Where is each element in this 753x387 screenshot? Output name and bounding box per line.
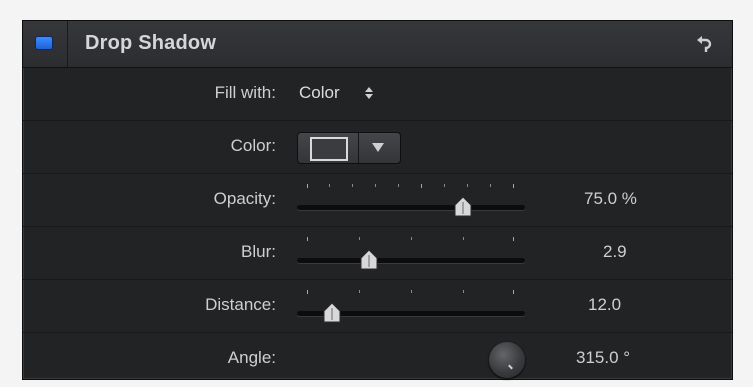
slider-tick <box>307 237 308 241</box>
blur-label: Blur: <box>241 242 276 261</box>
blur-value[interactable]: 2.9 <box>603 242 627 262</box>
distance-value[interactable]: 12.0 <box>588 295 621 315</box>
up-down-arrows-icon <box>364 85 374 101</box>
enable-checkbox[interactable] <box>36 37 52 49</box>
blur-slider[interactable] <box>295 231 527 271</box>
slider-tick <box>307 184 308 188</box>
slider-tick <box>375 184 376 187</box>
angle-dial[interactable] <box>489 342 525 378</box>
slider-tick <box>513 184 514 188</box>
slider-tick <box>411 290 412 293</box>
distance-label: Distance: <box>205 295 276 314</box>
slider-tick <box>421 184 422 188</box>
color-swatch[interactable] <box>310 137 348 161</box>
fill-with-label: Fill with: <box>214 83 276 102</box>
enable-checkbox-cell <box>23 21 68 67</box>
slider-tick <box>463 237 464 240</box>
opacity-value[interactable]: 75.0 % <box>584 189 637 209</box>
color-row: Color: <box>23 121 732 174</box>
fill-with-popup[interactable]: Color <box>299 83 374 103</box>
distance-slider-thumb[interactable] <box>321 302 343 324</box>
blur-row: Blur: 2.9 <box>23 227 732 280</box>
panel-header: Drop Shadow <box>23 21 732 68</box>
drop-shadow-panel: Drop Shadow Fill with: Color Color: Opac… <box>22 20 733 380</box>
fill-with-value: Color <box>299 83 340 102</box>
color-well-divider <box>358 133 359 163</box>
slider-tick <box>513 237 514 241</box>
slider-tick <box>398 184 399 187</box>
slider-track <box>297 258 525 263</box>
slider-track <box>297 205 525 210</box>
opacity-slider[interactable] <box>295 178 527 218</box>
slider-tick <box>359 237 360 240</box>
color-well[interactable] <box>297 132 401 164</box>
fill-with-row: Fill with: Color <box>23 68 732 121</box>
opacity-row: Opacity: 75.0 % <box>23 174 732 227</box>
angle-row: Angle: 315.0 ° <box>23 333 732 385</box>
panel-title: Drop Shadow <box>85 32 217 54</box>
slider-tick <box>329 184 330 187</box>
angle-label: Angle: <box>227 348 276 367</box>
distance-slider[interactable] <box>295 284 527 324</box>
slider-tick <box>513 290 514 294</box>
distance-row: Distance: 12.0 <box>23 280 732 333</box>
angle-value[interactable]: 315.0 ° <box>576 348 630 368</box>
reset-arrow-icon[interactable] <box>693 31 717 55</box>
slider-tick <box>307 290 308 294</box>
slider-tick <box>467 184 468 187</box>
blur-slider-thumb[interactable] <box>358 249 380 271</box>
slider-tick <box>359 290 360 293</box>
slider-tick <box>463 290 464 293</box>
opacity-slider-thumb[interactable] <box>452 196 474 218</box>
slider-tick <box>490 184 491 187</box>
opacity-label: Opacity: <box>213 189 276 208</box>
angle-dial-indicator <box>508 364 513 370</box>
slider-tick <box>444 184 445 187</box>
slider-tick <box>411 237 412 240</box>
slider-tick <box>352 184 353 187</box>
color-label: Color: <box>230 136 276 155</box>
triangle-down-icon[interactable] <box>372 143 384 152</box>
